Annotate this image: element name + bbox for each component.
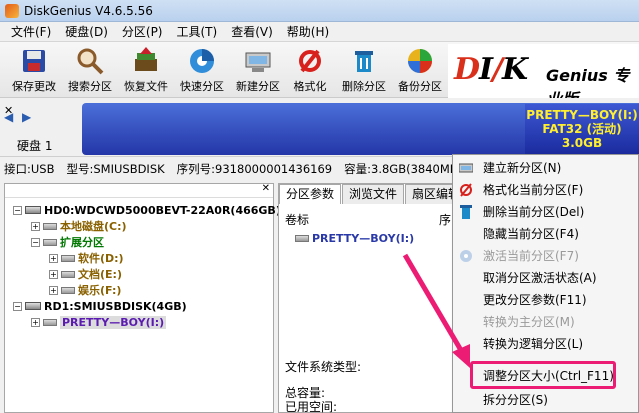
restore-icon	[131, 46, 161, 76]
ctx-change-params[interactable]: 更改分区参数(F11)	[453, 289, 638, 311]
expand-icon[interactable]: +	[49, 253, 58, 263]
tree-item-docs[interactable]: + 文档(E:)	[49, 266, 122, 282]
partition-icon	[61, 254, 75, 262]
partition-icon	[295, 235, 309, 242]
ctx-deactivate[interactable]: 取消分区激活状态(A)	[453, 267, 638, 289]
backup-icon	[405, 46, 435, 76]
ctx-to-primary: 转换为主分区(M)	[483, 315, 575, 329]
partition-icon	[43, 238, 57, 246]
ctx-activate: 激活当前分区(F7)	[453, 245, 638, 267]
expand-icon[interactable]: +	[49, 285, 58, 295]
partition-size: 3.0GB	[561, 136, 603, 150]
format-button[interactable]: 格式化	[288, 46, 332, 96]
brand-sub: Genius 专业版	[546, 66, 630, 98]
disk-tree-panel: ✕ − HD0:WDCWD5000BEVT-22A0R(466GB) + 本地磁盘(…	[4, 183, 281, 413]
used-space-label: 已用空间:	[285, 400, 338, 413]
partition-icon	[43, 222, 57, 230]
delete-icon	[458, 204, 474, 220]
next-disk-icon[interactable]: ▶	[22, 110, 31, 124]
title-bar: DiskGenius V4.6.5.56	[0, 0, 639, 22]
info-capacity: 容量:3.8GB(3840MB)	[344, 162, 463, 176]
new-partition-button[interactable]: 新建分区	[232, 46, 284, 96]
delete-partition-button[interactable]: 删除分区	[338, 46, 390, 96]
resize-highlight-box	[470, 361, 616, 389]
brand-main: DI/K	[454, 52, 528, 87]
format-icon	[458, 182, 474, 198]
detail-tabs: 分区参数 浏览文件 扇区编辑	[279, 184, 468, 204]
expand-icon[interactable]: +	[31, 317, 40, 327]
quick-partition-button[interactable]: 快速分区	[176, 46, 228, 96]
ctx-delete[interactable]: 删除当前分区(Del)	[453, 201, 638, 223]
search-partition-button[interactable]: 搜索分区	[64, 46, 116, 96]
search-icon	[75, 46, 105, 76]
menu-disk[interactable]: 硬盘(D)	[58, 22, 115, 42]
usb-disk-icon	[25, 302, 41, 310]
window-title: DiskGenius V4.6.5.56	[24, 3, 153, 18]
menu-tools[interactable]: 工具(T)	[170, 22, 225, 42]
tree-item-hd0[interactable]: − HD0:WDCWD5000BEVT-22A0R(466GB)	[13, 202, 281, 218]
tree-item-fun[interactable]: + 娱乐(F:)	[49, 282, 121, 298]
partition-row[interactable]: PRETTY—BOY(I:)	[295, 232, 414, 245]
tree-item-local[interactable]: + 本地磁盘(C:)	[31, 218, 127, 234]
ctx-format[interactable]: 格式化当前分区(F)	[453, 179, 638, 201]
tree-header: ✕	[5, 183, 273, 198]
brand-logo: DI/K Genius 专业版	[448, 44, 639, 98]
partition-icon	[43, 318, 57, 326]
disk-label: 硬盘 1	[17, 139, 53, 153]
restore-files-button[interactable]: 恢复文件	[120, 46, 172, 96]
quick-partition-icon	[187, 46, 217, 76]
menu-partition[interactable]: 分区(P)	[115, 22, 170, 42]
ctx-hide[interactable]: 隐藏当前分区(F4)	[453, 223, 638, 245]
backup-partition-button[interactable]: 备份分区	[394, 46, 446, 96]
ctx-split[interactable]: 拆分分区(S)	[453, 389, 638, 411]
ctx-new-partition[interactable]: 建立新分区(N)	[453, 157, 638, 179]
disk-info-bar: 接口:USB 型号:SMIUSBDISK 序列号:931800000143616…	[0, 158, 463, 180]
new-partition-icon	[243, 46, 273, 76]
tree-item-soft[interactable]: + 软件(D:)	[49, 250, 124, 266]
activate-icon	[458, 248, 474, 264]
menu-view[interactable]: 查看(V)	[224, 22, 280, 42]
column-seq: 序	[439, 213, 452, 227]
tree-close-icon[interactable]: ✕	[262, 183, 270, 194]
tree-item-pretty[interactable]: + PRETTY—BOY(I:)	[31, 314, 167, 330]
partition-name: PRETTY—BOY(I:)	[526, 108, 638, 122]
app-icon	[5, 3, 19, 18]
prev-disk-icon[interactable]: ◀	[4, 110, 13, 124]
collapse-icon[interactable]: −	[13, 301, 22, 311]
tree-item-extended[interactable]: − 扩展分区	[31, 234, 104, 250]
fs-type-label: 文件系统类型:	[285, 360, 362, 374]
expand-icon[interactable]: +	[49, 269, 58, 279]
delete-icon	[349, 46, 379, 76]
partition-fs: FAT32 (活动)	[542, 122, 622, 136]
menu-bar: 文件(F) 硬盘(D) 分区(P) 工具(T) 查看(V) 帮助(H)	[0, 22, 639, 42]
tree-item-rd1[interactable]: − RD1:SMIUSBDISK(4GB)	[13, 298, 187, 314]
info-model: 型号:SMIUSBDISK	[66, 162, 165, 176]
info-interface: 接口:USB	[4, 162, 55, 176]
harddisk-icon	[25, 206, 41, 214]
collapse-icon[interactable]: −	[13, 205, 22, 215]
expand-icon[interactable]: +	[31, 221, 40, 231]
save-icon	[19, 46, 49, 76]
ctx-to-logical[interactable]: 转换为逻辑分区(L)	[453, 333, 638, 355]
partition-graphic[interactable]: PRETTY—BOY(I:) FAT32 (活动) 3.0GB	[525, 104, 639, 154]
format-icon	[295, 46, 325, 76]
save-changes-button[interactable]: 保存更改	[8, 46, 60, 96]
info-serial: 序列号:9318000001436169	[176, 162, 333, 176]
partition-icon	[61, 286, 75, 294]
tab-browse-files[interactable]: 浏览文件	[342, 184, 405, 204]
menu-help[interactable]: 帮助(H)	[280, 22, 336, 42]
collapse-icon[interactable]: −	[31, 237, 40, 247]
new-partition-icon	[458, 160, 474, 176]
tab-partition-params[interactable]: 分区参数	[279, 184, 342, 204]
menu-file[interactable]: 文件(F)	[4, 22, 58, 42]
partition-icon	[61, 270, 75, 278]
column-volume-label: 卷标	[285, 213, 310, 227]
